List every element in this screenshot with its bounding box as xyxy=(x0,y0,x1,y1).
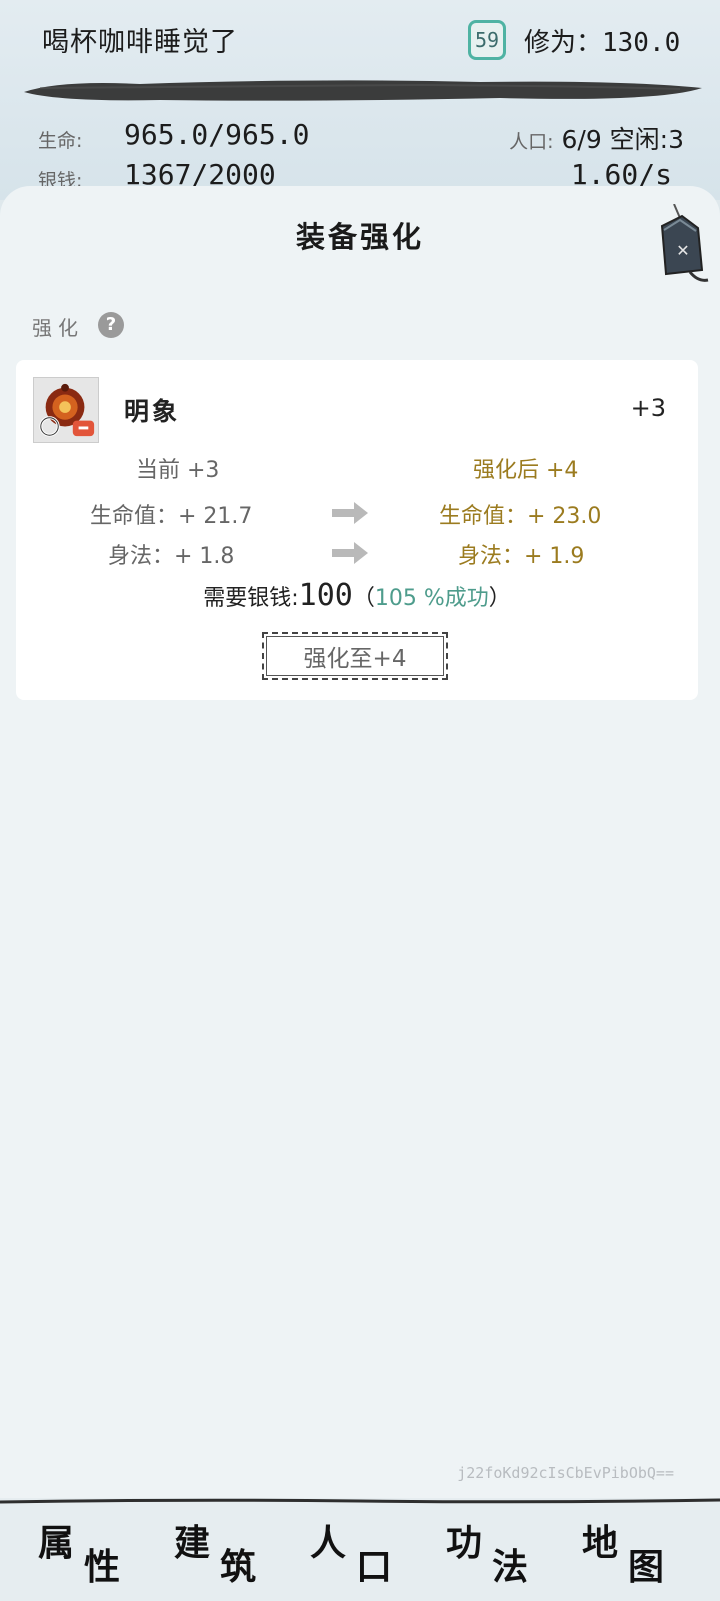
section-label: 强化 xyxy=(32,316,84,340)
nav-char: 筑 xyxy=(220,1546,257,1588)
nav-char: 口 xyxy=(356,1546,393,1588)
player-name: 喝杯咖啡睡觉了 xyxy=(42,27,238,58)
stat-after: 身法：+ 1.9 xyxy=(458,544,585,569)
stat-current: 生命值：+ 21.7 xyxy=(90,504,253,529)
life-label: 生命: xyxy=(38,130,83,152)
nav-char: 功 xyxy=(446,1522,483,1564)
bottom-nav: 属 性 建 筑 人 口 功 法 地 图 xyxy=(0,1498,720,1601)
enhance-card: 明象 +3 当前 +3 强化后 +4 生命值：+ 21.7 生命值：+ 23.0… xyxy=(16,360,698,700)
population-value: 6/9 空闲:3 xyxy=(561,125,684,154)
equipment-icon[interactable] xyxy=(33,377,99,443)
close-tag-icon[interactable]: ✕ xyxy=(654,204,710,284)
status-header: 喝杯咖啡睡觉了 59 修为：130.0 生命: 965.0/965.0 人口: … xyxy=(0,0,720,200)
population-label: 人口: xyxy=(509,131,554,153)
ink-divider xyxy=(24,80,702,101)
nav-buildings[interactable]: 建 筑 xyxy=(174,1512,284,1592)
nav-techniques[interactable]: 功 法 xyxy=(446,1512,556,1592)
item-level: +3 xyxy=(630,394,666,422)
help-icon[interactable]: ? xyxy=(98,312,124,338)
enhance-button[interactable]: 强化至+4 xyxy=(262,632,448,680)
equipment-enhance-panel: 装备强化 ✕ 强化 ? 明象 +3 当前 +3 强化后 +4 生命值：+ 21.… xyxy=(0,186,720,1498)
nav-char: 性 xyxy=(84,1546,121,1588)
after-header: 强化后 +4 xyxy=(473,458,579,483)
life-value: 965.0/965.0 xyxy=(124,118,310,151)
level-badge: 59 xyxy=(468,20,506,60)
cultivation-value: 修为：130.0 xyxy=(524,28,681,58)
nav-char: 人 xyxy=(310,1522,347,1564)
stat-after: 生命值：+ 23.0 xyxy=(439,504,602,529)
nav-char: 地 xyxy=(582,1522,619,1564)
nav-ink-line xyxy=(0,1498,720,1504)
svg-text:✕: ✕ xyxy=(676,241,689,260)
panel-title: 装备强化 xyxy=(295,220,424,254)
right-arrow-icon xyxy=(332,502,368,524)
nav-map[interactable]: 地 图 xyxy=(582,1512,692,1592)
nav-char: 图 xyxy=(628,1546,665,1588)
current-header: 当前 +3 xyxy=(136,458,220,483)
stat-current: 身法：+ 1.8 xyxy=(108,544,235,569)
nav-char: 属 xyxy=(38,1522,75,1564)
population-info: 人口: 6/9 空闲:3 xyxy=(509,120,684,156)
cost-value: 100 xyxy=(298,578,353,613)
nav-attributes[interactable]: 属 性 xyxy=(38,1512,148,1592)
cost-open-paren: （ xyxy=(352,586,375,611)
success-rate: 105 %成功 xyxy=(374,586,489,611)
nav-char: 法 xyxy=(492,1546,529,1588)
cost-line: 需要银钱:100（105 %成功） xyxy=(16,578,698,613)
item-name: 明象 xyxy=(124,397,181,426)
right-arrow-icon xyxy=(332,542,368,564)
nav-char: 建 xyxy=(174,1522,211,1564)
cost-close-paren: ） xyxy=(488,586,511,611)
nav-population[interactable]: 人 口 xyxy=(310,1512,420,1592)
watermark-hash: j22foKd92cIsCbEvPibObQ== xyxy=(457,1464,674,1482)
cost-label: 需要银钱: xyxy=(203,586,299,611)
